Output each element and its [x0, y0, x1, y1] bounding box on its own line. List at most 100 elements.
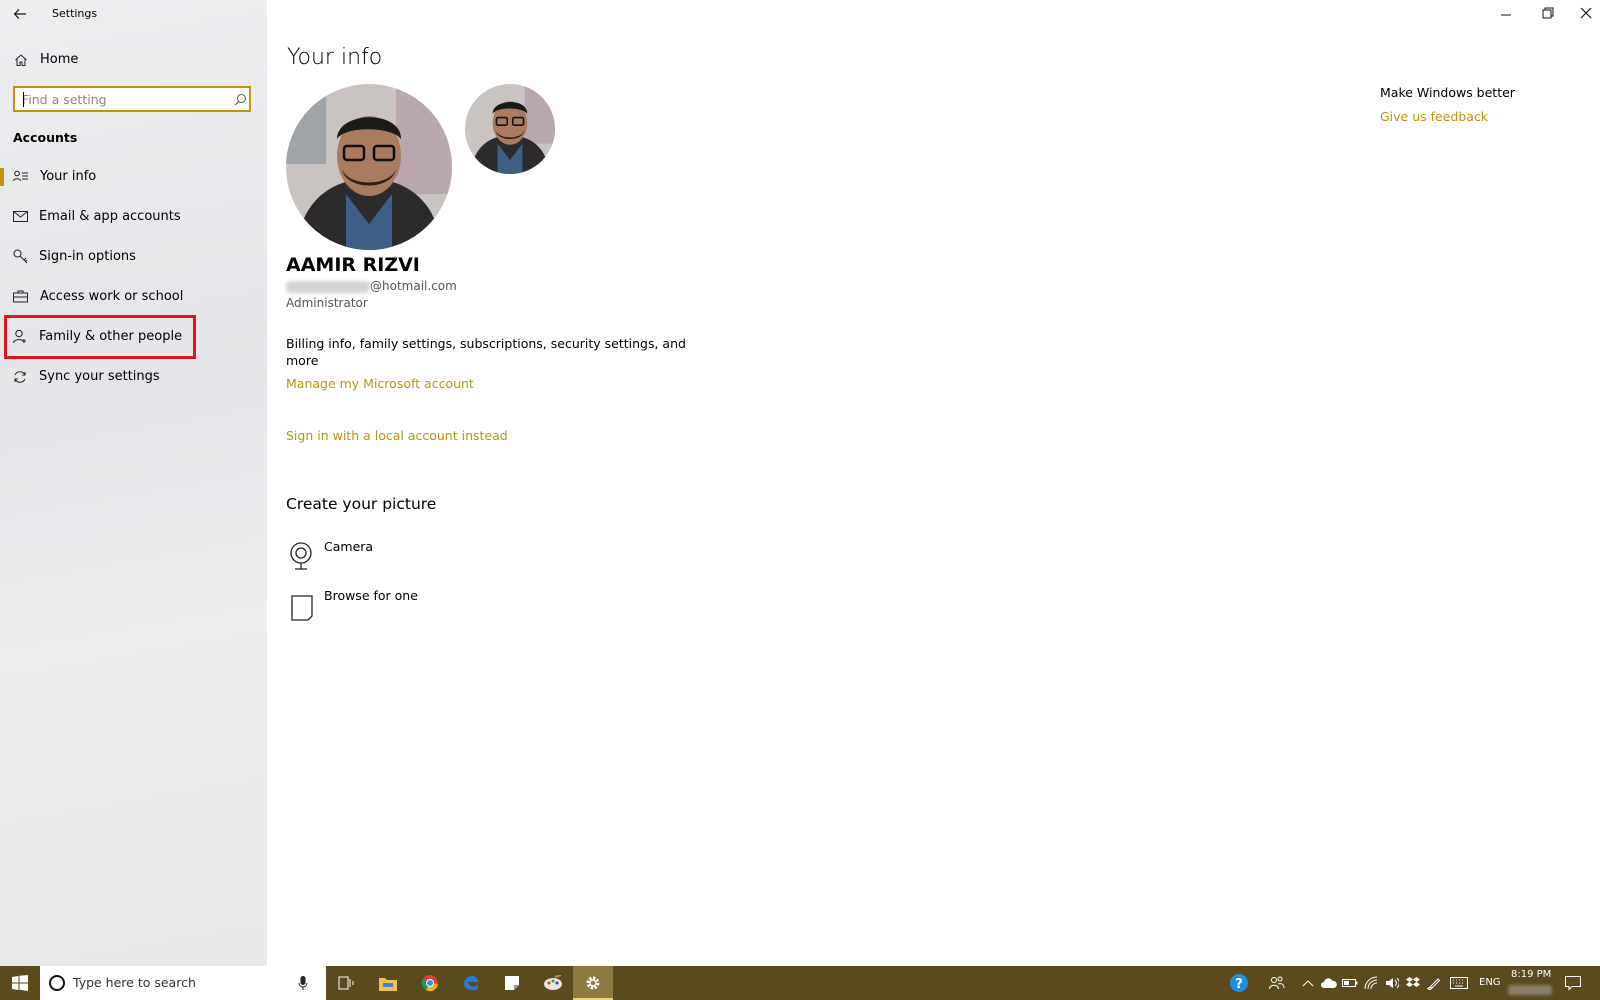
sidebar: Settings Home Find a setting Accounts Yo… [0, 0, 267, 966]
home-icon [15, 54, 27, 66]
volume-icon [1386, 977, 1399, 989]
blurred-date [1508, 985, 1552, 995]
profile-picture-small [465, 84, 555, 174]
taskbar: Type here to search ? ENG 8:19 PM [0, 966, 1600, 1000]
sidebar-item-sign-in-options[interactable]: Sign-in options [0, 242, 267, 272]
sticky-notes-icon [505, 976, 519, 990]
pen-icon [1427, 978, 1441, 990]
sticky-notes-button[interactable] [494, 966, 530, 1000]
dropbox-tray[interactable] [1402, 966, 1424, 1000]
chrome-icon [421, 975, 438, 992]
restore-icon[interactable] [1541, 6, 1555, 20]
folder-icon [379, 978, 397, 991]
task-view-button[interactable] [328, 966, 364, 1000]
sidebar-item-sync-settings[interactable]: Sync your settings [0, 362, 267, 392]
billing-description: Billing info, family settings, subscript… [286, 336, 686, 351]
email-icon [13, 211, 28, 222]
your-info-icon [13, 170, 28, 182]
make-windows-better-heading: Make Windows better [1380, 85, 1515, 100]
camera-icon [290, 542, 312, 570]
search-placeholder: Find a setting [22, 92, 107, 107]
file-explorer-button[interactable] [370, 966, 406, 1000]
close-icon[interactable] [1579, 6, 1593, 20]
battery-icon [1342, 979, 1358, 987]
taskbar-search-box[interactable]: Type here to search [40, 966, 326, 1000]
sidebar-item-label: Access work or school [40, 289, 184, 304]
page-title: Your info [287, 45, 383, 70]
microphone-icon[interactable] [298, 975, 308, 991]
user-name: AAMIR RIZVI [286, 254, 420, 276]
sidebar-item-email-app-accounts[interactable]: Email & app accounts [0, 202, 267, 232]
main-content: Your info AAMIR RIZVI @hotmail.com Admin… [267, 0, 1600, 966]
windows-logo-icon [12, 975, 28, 991]
find-setting-search[interactable]: Find a setting [13, 86, 251, 112]
taskbar-search-placeholder: Type here to search [73, 975, 196, 990]
minimize-icon[interactable] [1499, 8, 1513, 22]
billing-description-continued: more [286, 353, 319, 368]
camera-option[interactable]: Camera [286, 536, 446, 572]
edge-icon [464, 976, 478, 991]
cortana-icon [49, 975, 65, 991]
edge-button[interactable] [453, 966, 489, 1000]
file-icon [291, 595, 313, 621]
start-button[interactable] [0, 966, 40, 1000]
manage-account-link[interactable]: Manage my Microsoft account [286, 376, 474, 391]
people-tray-button[interactable] [1262, 966, 1292, 1000]
help-tray-button[interactable]: ? [1224, 966, 1254, 1000]
onedrive-tray[interactable] [1318, 966, 1340, 1000]
gear-icon [586, 976, 600, 990]
user-email-domain: @hotmail.com [370, 279, 457, 293]
window-title: Settings [52, 7, 98, 20]
paint-icon [544, 975, 562, 990]
sidebar-item-label: Sign-in options [39, 249, 136, 264]
text-cursor [23, 92, 24, 107]
dropbox-icon [1406, 977, 1420, 987]
language-indicator[interactable]: ENG [1479, 977, 1501, 988]
selected-indicator [0, 168, 4, 186]
sidebar-item-access-work-school[interactable]: Access work or school [0, 282, 267, 312]
touch-keyboard-tray[interactable] [1446, 966, 1472, 1000]
chrome-button[interactable] [412, 966, 448, 1000]
action-center-button[interactable] [1558, 966, 1588, 1000]
give-feedback-link[interactable]: Give us feedback [1380, 109, 1488, 124]
wifi-tray[interactable] [1360, 966, 1382, 1000]
settings-taskbar-button[interactable] [573, 966, 613, 1000]
browse-label: Browse for one [324, 588, 418, 603]
battery-tray[interactable] [1339, 966, 1361, 1000]
local-account-link[interactable]: Sign in with a local account instead [286, 428, 508, 443]
notification-icon [1565, 975, 1581, 991]
show-hidden-icons[interactable] [1296, 966, 1320, 1000]
pen-tray[interactable] [1423, 966, 1445, 1000]
paint-button[interactable] [535, 966, 571, 1000]
sidebar-item-label: Your info [40, 169, 97, 184]
wifi-icon [1364, 976, 1378, 990]
user-role: Administrator [286, 296, 368, 310]
chevron-up-icon [1302, 980, 1314, 987]
back-arrow-icon[interactable] [12, 6, 28, 22]
volume-tray[interactable] [1381, 966, 1403, 1000]
sidebar-item-label: Family & other people [39, 329, 183, 344]
home-label: Home [40, 52, 79, 67]
person-add-icon [13, 329, 26, 344]
accounts-section-heading: Accounts [13, 130, 78, 145]
key-icon [13, 249, 28, 264]
sidebar-item-label: Sync your settings [39, 369, 160, 384]
search-icon [234, 94, 246, 106]
people-icon [1269, 976, 1285, 990]
sync-icon [14, 371, 26, 383]
keyboard-icon [1450, 977, 1468, 989]
help-icon: ? [1230, 974, 1248, 992]
home-nav-item[interactable]: Home [0, 46, 267, 74]
sidebar-item-your-info[interactable]: Your info [0, 162, 267, 192]
task-view-icon [338, 976, 354, 990]
browse-option[interactable]: Browse for one [286, 585, 446, 621]
create-picture-heading: Create your picture [286, 495, 437, 513]
clock-time[interactable]: 8:19 PM [1511, 969, 1551, 980]
sidebar-item-family-other-people[interactable]: Family & other people [0, 322, 267, 352]
profile-picture-large [286, 84, 452, 250]
blurred-email-local-part [286, 281, 370, 293]
camera-label: Camera [324, 539, 374, 554]
svg-text:?: ? [1235, 977, 1243, 992]
briefcase-icon [13, 290, 28, 303]
sidebar-item-label: Email & app accounts [39, 209, 181, 224]
